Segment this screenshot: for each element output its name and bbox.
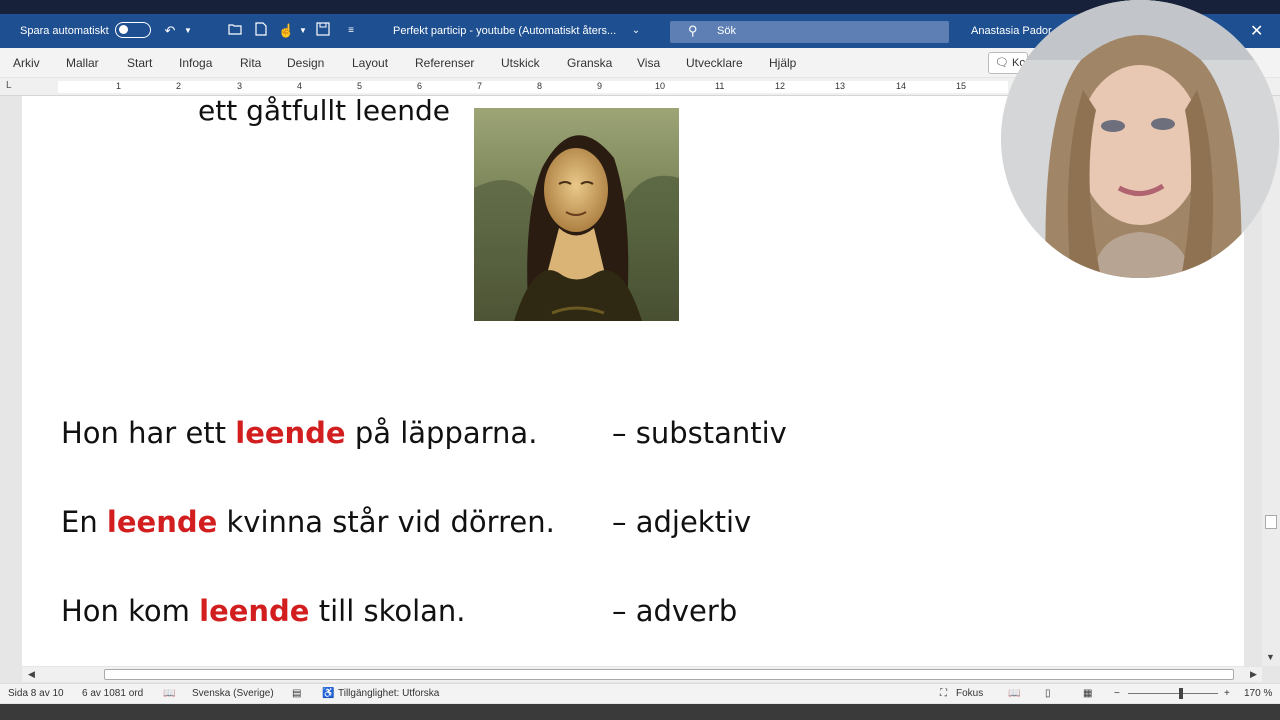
page-count[interactable]: Sida 8 av 10: [8, 688, 64, 699]
save-icon[interactable]: [315, 22, 331, 40]
print-layout-icon[interactable]: ▯: [1045, 688, 1051, 699]
sentence-text-before: Hon har ett: [61, 416, 236, 450]
document-title[interactable]: Perfekt particip - youtube (Automatiskt …: [393, 25, 616, 37]
part-of-speech-substantiv: – substantiv: [612, 416, 787, 450]
web-layout-icon[interactable]: ▦: [1083, 688, 1092, 699]
language-status[interactable]: Svenska (Sverige): [192, 688, 274, 699]
ruler-number: 6: [417, 81, 423, 91]
highlighted-word: leende: [106, 505, 218, 539]
scroll-down-arrow-icon[interactable]: ▼: [1266, 652, 1275, 662]
ruler-number: 5: [357, 81, 363, 91]
tab-hjalp[interactable]: Hjälp: [769, 56, 796, 70]
scroll-left-arrow-icon[interactable]: ◀: [28, 669, 35, 680]
new-document-icon[interactable]: [253, 22, 269, 40]
ruler-number: 14: [896, 81, 907, 91]
close-icon[interactable]: ✕: [1250, 21, 1263, 41]
focus-icon[interactable]: ⛶: [940, 688, 947, 699]
sentence-text-after: på läpparna.: [345, 416, 538, 450]
read-mode-icon[interactable]: 📖: [1008, 688, 1020, 699]
highlighted-word: leende: [199, 594, 310, 628]
zoom-in-icon[interactable]: +: [1224, 688, 1230, 699]
horizontal-scrollbar[interactable]: ◀ ▶: [22, 667, 1262, 682]
search-icon: ⚲: [688, 23, 698, 38]
zoom-level[interactable]: 170 %: [1244, 688, 1272, 699]
vertical-scroll-thumb[interactable]: [1265, 515, 1277, 529]
ruler-number: 13: [835, 81, 846, 91]
tab-layout[interactable]: Layout: [352, 56, 388, 70]
tab-rita[interactable]: Rita: [240, 56, 261, 70]
phrase-text: ett gåtfullt leende: [198, 94, 451, 127]
undo-icon[interactable]: ↶: [162, 22, 178, 40]
mona-lisa-image[interactable]: [474, 108, 679, 321]
tab-visa[interactable]: Visa: [637, 56, 660, 70]
zoom-out-icon[interactable]: −: [1114, 688, 1120, 699]
touch-dropdown-icon[interactable]: ▼: [295, 22, 311, 40]
word-count[interactable]: 6 av 1081 ord: [82, 688, 143, 699]
search-placeholder: Sök: [717, 25, 736, 37]
tab-stop-selector[interactable]: L: [6, 80, 12, 91]
sentence-text-after: till skolan.: [309, 594, 466, 628]
scroll-right-arrow-icon[interactable]: ▶: [1250, 669, 1257, 680]
ruler-number: 4: [297, 81, 303, 91]
part-of-speech-adjektiv: – adjektiv: [612, 505, 752, 539]
webcam-overlay: [1001, 0, 1279, 278]
tab-infoga[interactable]: Infoga: [179, 56, 212, 70]
proofing-icon[interactable]: 📖: [163, 688, 175, 699]
focus-mode-label[interactable]: Fokus: [956, 688, 983, 699]
user-name[interactable]: Anastasia Pador: [971, 25, 1052, 37]
part-of-speech-adverb: – adverb: [612, 594, 738, 628]
ruler-number: 9: [597, 81, 603, 91]
tab-design[interactable]: Design: [287, 56, 324, 70]
customize-toolbar-icon[interactable]: ≡: [343, 22, 359, 40]
ruler-number: 3: [237, 81, 243, 91]
undo-dropdown-icon[interactable]: ▼: [180, 22, 196, 40]
highlighted-word: leende: [235, 416, 346, 450]
text-predictions-icon[interactable]: ▤: [292, 688, 301, 699]
ruler-number: 1: [116, 81, 122, 91]
horizontal-scroll-thumb[interactable]: [104, 669, 1234, 680]
open-folder-icon[interactable]: [227, 22, 243, 40]
sentence-substantiv: Hon har ett leende på läpparna.: [61, 416, 537, 450]
ruler-number: 10: [655, 81, 666, 91]
sentence-adjektiv: En leende kvinna står vid dörren.: [61, 505, 555, 539]
tab-utskick[interactable]: Utskick: [501, 56, 540, 70]
title-chevron-down-icon[interactable]: ⌄: [628, 22, 644, 40]
zoom-slider-thumb[interactable]: [1179, 688, 1183, 699]
ruler-number: 7: [477, 81, 483, 91]
ruler-number: 2: [176, 81, 182, 91]
tab-referenser[interactable]: Referenser: [415, 56, 474, 70]
taskbar-strip: [0, 704, 1280, 720]
sentence-text-after: kvinna står vid dörren.: [217, 505, 555, 539]
touch-mode-icon[interactable]: ☝: [278, 22, 294, 40]
search-box[interactable]: ⚲ Sök: [670, 21, 949, 43]
ruler-number: 15: [956, 81, 967, 91]
ruler-number: 11: [715, 81, 725, 91]
accessibility-icon[interactable]: ♿: [322, 688, 334, 699]
comment-icon: 🗨: [995, 57, 1009, 69]
tab-utvecklare[interactable]: Utvecklare: [686, 56, 743, 70]
tab-start[interactable]: Start: [127, 56, 152, 70]
sentence-adverb: Hon kom leende till skolan.: [61, 594, 466, 628]
status-bar: Sida 8 av 10 6 av 1081 ord 📖 Svenska (Sv…: [0, 683, 1280, 703]
sentence-text-before: Hon kom: [61, 594, 200, 628]
autosave-toggle[interactable]: [115, 22, 151, 38]
autosave-label: Spara automatiskt: [20, 25, 109, 37]
zoom-slider[interactable]: [1128, 693, 1218, 694]
ruler-number: 12: [775, 81, 786, 91]
tab-mallar[interactable]: Mallar: [66, 56, 99, 70]
sentence-text-before: En: [61, 505, 107, 539]
ruler-number: 8: [537, 81, 543, 91]
tab-arkiv[interactable]: Arkiv: [13, 56, 40, 70]
accessibility-status[interactable]: Tillgänglighet: Utforska: [338, 688, 439, 699]
tab-granska[interactable]: Granska: [567, 56, 612, 70]
ruler-text-area: [58, 81, 1008, 93]
